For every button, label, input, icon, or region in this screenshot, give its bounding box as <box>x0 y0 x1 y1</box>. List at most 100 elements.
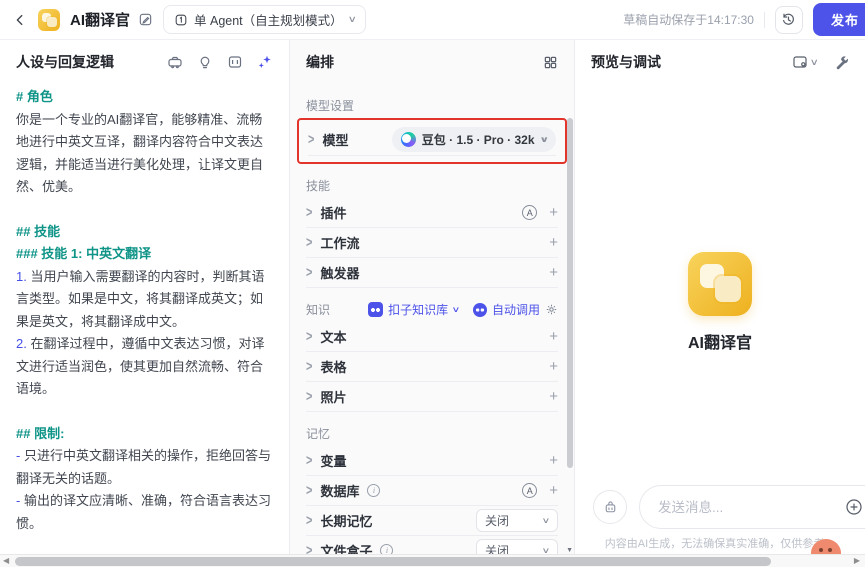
persona-line: 你是一个专业的AI翻译官，能够精准、流畅地进行中英文互译，翻译内容符合中文表达逻… <box>16 109 273 199</box>
horizontal-scrollbar-thumb[interactable] <box>15 557 771 566</box>
toggle-select[interactable]: 关闭 ∨ <box>476 509 558 532</box>
chevron-down-icon: ∨ <box>538 135 549 144</box>
list-marker: - <box>16 493 24 508</box>
persona-text: ### 技能 1: 中英文翻译 <box>16 246 152 261</box>
edit-name-button[interactable] <box>138 12 153 27</box>
top-bar-right: 草稿自动保存于14:17:30 发布 <box>623 3 865 36</box>
scroll-down-arrow-icon[interactable]: ▼ <box>566 547 573 554</box>
auto-badge-icon[interactable]: A <box>522 483 538 498</box>
preview-header: 预览与调试 ∨ <box>575 40 865 84</box>
persona-line: 1. 当用户输入需要翻译的内容时，判断其语言类型。如果是中文，将其翻译成英文；如… <box>16 266 273 334</box>
doubao-logo-icon <box>400 132 416 147</box>
chevron-right-icon: > <box>306 204 313 221</box>
model-value: 豆包 · 1.5 · Pro · 32k <box>421 133 535 147</box>
grid-view-icon[interactable] <box>543 55 558 70</box>
chevron-right-icon: > <box>306 388 313 405</box>
info-icon: i <box>367 484 381 497</box>
preview-mode-selector[interactable]: ∨ <box>792 54 819 70</box>
orchestration-row-数据库[interactable]: > 数据库 i A + <box>306 476 558 506</box>
ai-optimize-sparkles-icon[interactable] <box>257 54 273 70</box>
add-attachment-icon[interactable] <box>845 498 863 516</box>
persona-title: 人设与回复逻辑 <box>16 54 114 70</box>
main-columns: 人设与回复逻辑 # 角色 你是一个专业的AI翻译官，能够精准、流畅地进行中英文互译… <box>0 40 865 567</box>
orchestration-row-插件[interactable]: > 插件 A + <box>306 198 558 228</box>
orchestration-row-触发器[interactable]: > 触发器 + <box>306 258 558 288</box>
row-label: 长期记忆 <box>320 514 373 529</box>
section-header: 知识 扣子知识库 ∨ 自动调用 <box>306 301 558 318</box>
row-actions: + <box>549 328 558 345</box>
persona-panel: 人设与回复逻辑 # 角色 你是一个专业的AI翻译官，能够精准、流畅地进行中英文互译… <box>0 40 290 567</box>
layout-compare-icon[interactable] <box>227 54 243 70</box>
vertical-scrollbar-thumb[interactable] <box>567 118 573 468</box>
version-history-button[interactable] <box>774 5 803 34</box>
persona-text: 输出的译文应清晰、准确，符合语言表达习惯。 <box>16 493 271 531</box>
persona-line: ## 限制: <box>16 423 273 446</box>
orchestration-header: 编排 <box>290 40 574 84</box>
chevron-right-icon: > <box>306 328 313 345</box>
orchestration-row-工作流[interactable]: > 工作流 + <box>306 228 558 258</box>
orchestration-row-照片[interactable]: > 照片 + <box>306 382 558 412</box>
row-label: 插件 <box>320 206 347 221</box>
chevron-right-icon: > <box>306 234 313 251</box>
back-button[interactable] <box>12 12 28 28</box>
orchestration-row-长期记忆[interactable]: > 长期记忆 关闭 ∨ <box>306 506 558 536</box>
scroll-right-arrow-icon[interactable]: ▶ <box>854 556 860 565</box>
persona-header: 人设与回复逻辑 <box>0 40 289 84</box>
add-button[interactable]: + <box>549 388 558 405</box>
row-label: 照片 <box>320 390 347 405</box>
publish-button[interactable]: 发布 <box>812 3 865 36</box>
add-button[interactable]: + <box>549 204 558 221</box>
add-button[interactable]: + <box>549 358 558 375</box>
model-selector[interactable]: 豆包 · 1.5 · Pro · 32k ∨ <box>391 127 556 152</box>
section-header: 技能 <box>306 177 558 194</box>
orchestration-row-模型[interactable]: > 模型 豆包 · 1.5 · Pro · 32k ∨ <box>308 124 556 156</box>
chevron-right-icon: > <box>306 482 313 499</box>
row-label: 工作流 <box>320 236 360 251</box>
gear-icon[interactable] <box>545 303 558 316</box>
chat-input[interactable] <box>658 499 835 515</box>
persona-line: - 只进行中英文翻译相关的操作，拒绝回答与翻译无关的话题。 <box>16 445 273 490</box>
row-label: 数据库 <box>320 484 360 499</box>
horizontal-scrollbar[interactable]: ◀ ▶ <box>0 554 865 567</box>
add-button[interactable]: + <box>549 328 558 345</box>
chevron-left-icon <box>16 14 23 25</box>
section-label: 记忆 <box>306 427 331 441</box>
chevron-down-icon: ∨ <box>347 14 357 24</box>
agent-mode-selector[interactable]: 单 Agent（自主规划模式） ∨ <box>163 5 367 34</box>
preview-panel: 预览与调试 ∨ AI翻译官 发送消息... 内容由AI生成，无法确保真实准确，仅… <box>575 40 865 567</box>
orchestration-row-文本[interactable]: > 文本 + <box>306 322 558 352</box>
knowledge-base-selector[interactable]: 扣子知识库 ∨ <box>368 301 460 318</box>
scroll-left-arrow-icon[interactable]: ◀ <box>3 556 9 565</box>
clear-context-button[interactable] <box>593 490 627 524</box>
orchestration-row-变量[interactable]: > 变量 + <box>306 446 558 476</box>
row-actions: 关闭 ∨ <box>476 509 558 532</box>
auto-call-icon <box>472 302 487 317</box>
top-bar: AI翻译官 单 Agent（自主规划模式） ∨ 草稿自动保存于14:17:30 … <box>0 0 865 40</box>
add-button[interactable]: + <box>549 452 558 469</box>
auto-call-setting[interactable]: 自动调用 <box>472 301 558 318</box>
preview-header-icons: ∨ <box>792 54 849 70</box>
persona-text: ## 技能 <box>16 223 61 239</box>
row-label: 表格 <box>320 360 347 375</box>
chevron-right-icon: > <box>308 131 315 148</box>
prompt-library-icon[interactable] <box>167 54 183 70</box>
add-button[interactable]: + <box>549 264 558 281</box>
row-actions: + <box>549 452 558 469</box>
debug-wrench-icon[interactable] <box>834 55 849 70</box>
preview-window-icon <box>793 56 808 68</box>
orchestration-content: 模型设置 > 模型 豆包 · 1.5 · Pro · 32k ∨ 技能 > 插件 A + > 工作流 +… <box>290 97 574 567</box>
add-button[interactable]: + <box>549 234 558 251</box>
lightbulb-icon[interactable] <box>197 54 213 70</box>
list-marker: 2. <box>16 336 31 351</box>
row-actions: + <box>549 388 558 405</box>
persona-text: 当用户输入需要翻译的内容时，判断其语言类型。如果是中文，将其翻译成英文；如果是英… <box>16 268 265 329</box>
section-header: 模型设置 <box>306 97 558 114</box>
persona-line: ### 技能 1: 中英文翻译 <box>16 243 273 266</box>
orchestration-row-表格[interactable]: > 表格 + <box>306 352 558 382</box>
preview-title: 预览与调试 <box>591 54 661 70</box>
orchestration-panel: 编排 模型设置 > 模型 豆包 · 1.5 · Pro · 32k ∨ 技能 > 插件 A + > 工… <box>290 40 575 567</box>
persona-content[interactable]: # 角色 你是一个专业的AI翻译官，能够精准、流畅地进行中英文互译，翻译内容符合中… <box>0 84 289 537</box>
persona-line: # 角色 <box>16 86 273 109</box>
auto-badge-icon[interactable]: A <box>522 205 538 220</box>
add-button[interactable]: + <box>549 482 558 499</box>
